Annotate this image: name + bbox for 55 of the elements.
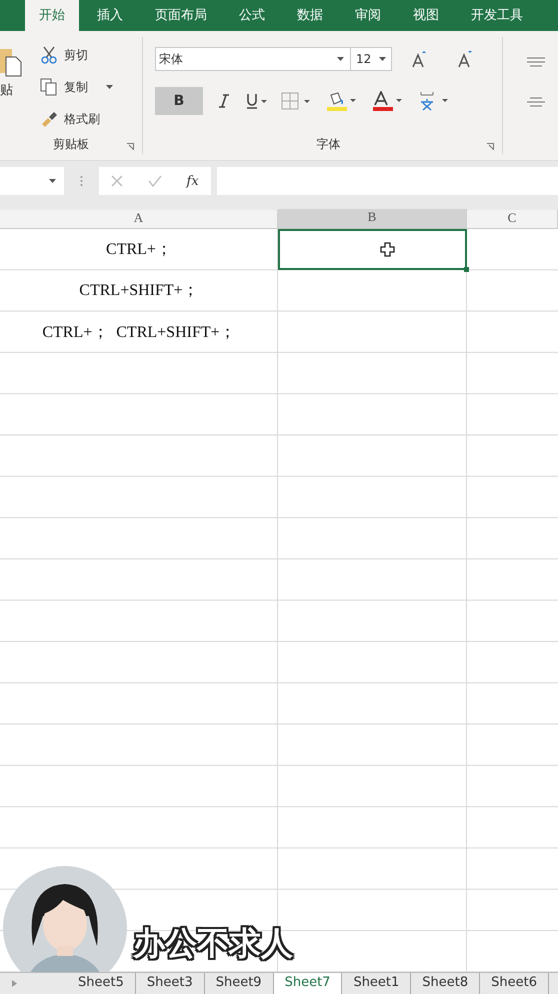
font-size-field[interactable]: 12: [351, 47, 392, 71]
sheet-tab[interactable]: Sheet5: [67, 973, 136, 994]
ribbon-tab[interactable]: 数据: [283, 0, 337, 31]
column-header[interactable]: C: [467, 210, 558, 229]
group-label: 字体: [316, 136, 340, 152]
ribbon-tab[interactable]: 插入: [83, 0, 137, 31]
cell-text: CTRL+；: [106, 240, 172, 260]
dropdown-caret-icon: [379, 57, 386, 61]
dialog-launcher-icon[interactable]: [127, 143, 134, 150]
clipboard-icon: [0, 47, 22, 77]
scissors-icon: [40, 46, 58, 64]
grow-font-icon[interactable]: [410, 50, 428, 68]
sheet-tab[interactable]: Sheet8: [411, 973, 480, 994]
dialog-launcher-icon[interactable]: [487, 143, 494, 150]
drag-handle-icon[interactable]: [80, 176, 83, 186]
check-icon[interactable]: [148, 175, 162, 187]
align-middle-icon[interactable]: [527, 97, 545, 107]
bold-button[interactable]: B: [155, 87, 203, 115]
shrink-font-icon[interactable]: [456, 50, 474, 68]
cell-text: CTRL+； CTRL+SHIFT+；: [42, 322, 236, 343]
font-color-icon[interactable]: [371, 91, 403, 111]
copy-icon: [40, 78, 58, 96]
dropdown-caret-icon: [49, 179, 56, 183]
column-header[interactable]: A: [0, 210, 278, 229]
paste-button[interactable]: 贴: [0, 37, 28, 134]
align-top-icon[interactable]: [527, 57, 545, 67]
ribbon-tab[interactable]: 审阅: [341, 0, 395, 31]
sheet-tab[interactable]: Sheet1: [342, 973, 412, 994]
sheet-tab[interactable]: Sheet3: [136, 973, 205, 994]
dropdown-caret-icon: [337, 57, 344, 61]
sheet-tab[interactable]: Sheet7: [274, 973, 342, 994]
scroll-right-icon[interactable]: [12, 980, 17, 987]
caption-text: 办公不求人: [133, 922, 293, 966]
column-header[interactable]: B: [278, 209, 467, 229]
group-label: 剪贴板: [53, 136, 89, 152]
insert-function-button[interactable]: fx: [186, 174, 199, 188]
brush-icon: [40, 110, 58, 128]
font-name-field[interactable]: 宋体: [155, 47, 351, 71]
underline-icon[interactable]: [245, 92, 267, 110]
clipboard-command[interactable]: 剪切: [40, 43, 113, 67]
selected-cell[interactable]: [278, 229, 467, 270]
clipboard-command[interactable]: 格式刷: [40, 107, 113, 131]
dropdown-caret-icon[interactable]: [106, 85, 113, 89]
italic-icon[interactable]: [217, 93, 231, 109]
cell-text: CTRL+SHIFT+；: [79, 281, 199, 302]
fill-color-icon[interactable]: [325, 91, 357, 111]
ribbon-tab[interactable]: 页面布局: [141, 0, 221, 31]
ribbon-tab[interactable]: 公式: [225, 0, 279, 31]
borders-icon[interactable]: [281, 92, 311, 110]
ribbon-tab[interactable]: 开发工具: [457, 0, 537, 31]
cross-cursor-icon: [380, 242, 395, 258]
sheet-tab[interactable]: Sheet6: [480, 973, 550, 994]
ribbon-tab[interactable]: 开始: [25, 0, 79, 31]
ribbon-tab[interactable]: 视图: [399, 0, 453, 31]
clipboard-command[interactable]: 复制: [40, 75, 113, 99]
